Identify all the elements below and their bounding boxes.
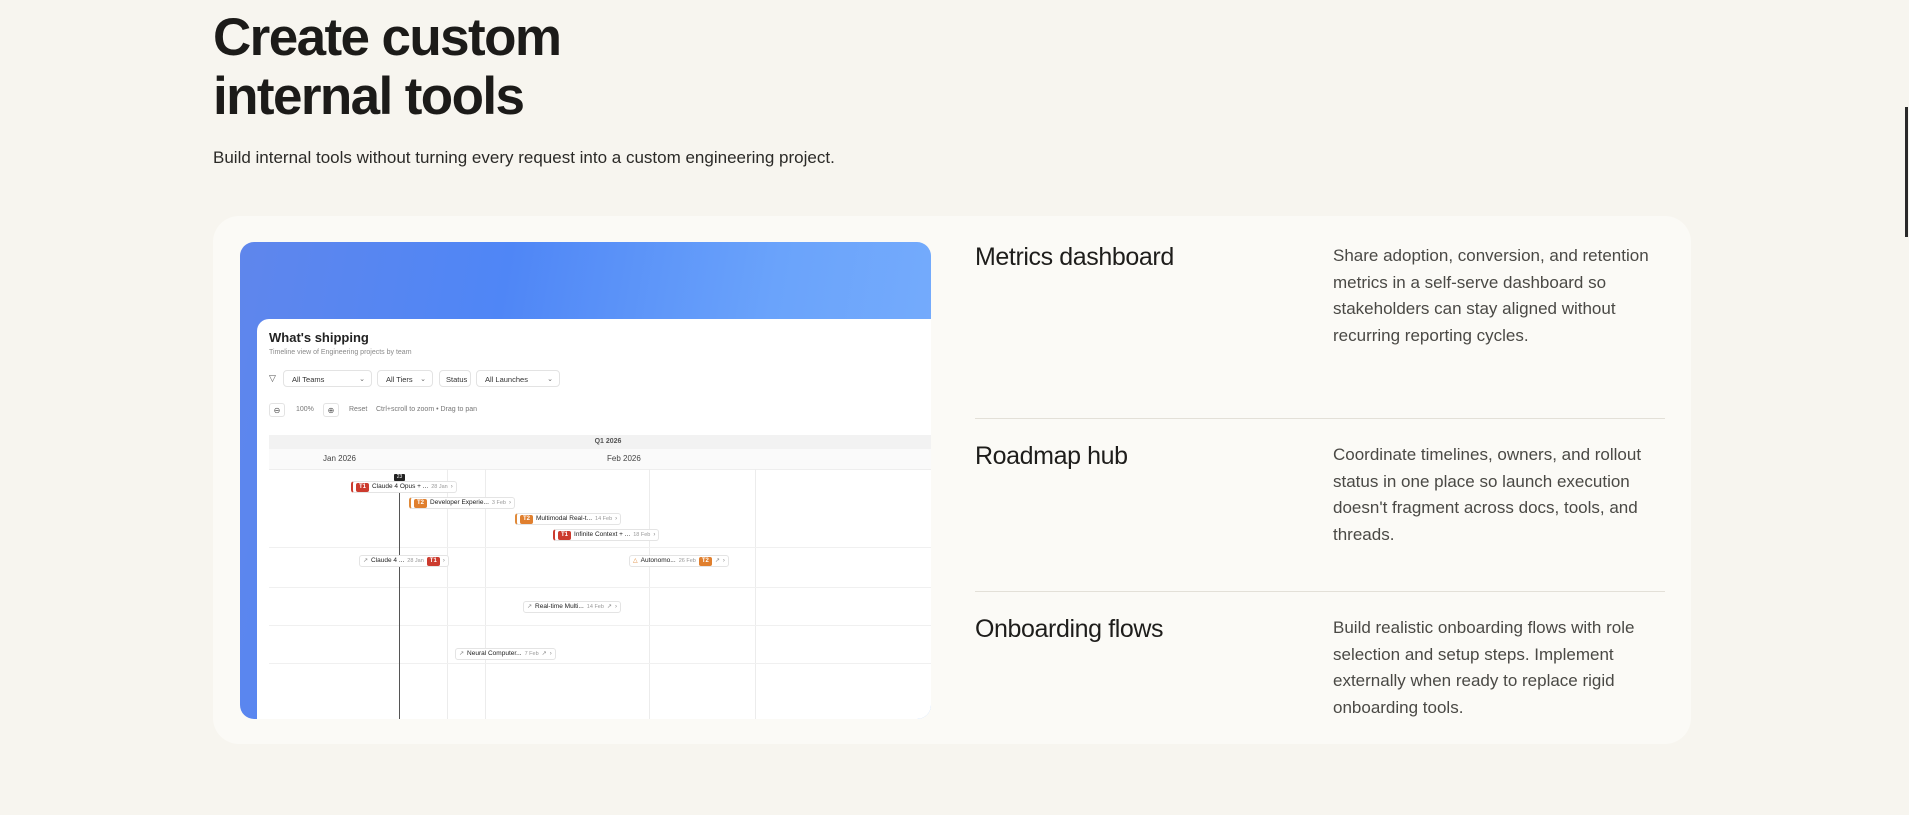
tiers-filter-label: All Tiers [386,375,413,384]
chevron-right-icon: › [614,604,617,610]
teams-filter-label: All Teams [292,375,325,384]
chevron-right-icon: › [549,651,552,657]
timeline-item-date: 14 Feb [595,516,613,522]
timeline-item-date: 28 Jan [431,484,448,490]
timeline-item-label: Multimodal Real-t... [536,515,593,522]
scrollbar-thumb[interactable] [1905,107,1908,237]
chevron-right-icon: › [722,558,725,564]
feature-title: Roadmap hub [975,442,1128,470]
tier-badge: T1 [356,482,370,492]
chevron-right-icon: › [450,484,453,490]
feature-description: Coordinate timelines, owners, and rollou… [1333,445,1642,544]
divider [975,418,1665,419]
launches-filter[interactable]: All Launches ⌄ [476,370,560,387]
row-divider [269,547,931,548]
chevron-right-icon: › [615,516,618,522]
timeline-item-label: Neural Computer... [467,650,522,657]
timeline-item-date: 18 Feb [633,532,651,538]
timeline[interactable]: Q1 2026 Jan 2026 Feb 2026 23 T1 Claude 4 [269,435,931,719]
timeline-item-label: Real-time Multi... [535,603,584,610]
timeline-item[interactable]: ↗ Real-time Multi... 14 Feb ↗ › [523,601,621,613]
tier-badge: T2 [698,556,712,566]
preview-subtitle: Timeline view of Engineering projects by… [269,349,412,356]
warning-icon: △ [633,558,638,564]
zoom-level: 100% [296,406,314,413]
feature-list: Metrics dashboard Share adoption, conver… [975,216,1665,744]
feature-title: Metrics dashboard [975,243,1174,271]
timeline-item[interactable]: ↗ Neural Computer... 7 Feb ↗ › [455,648,556,660]
external-link-icon: ↗ [606,604,612,610]
status-filter-label: Status [446,375,468,384]
external-link-icon: ↗ [541,651,547,657]
trend-icon: ↗ [527,604,533,610]
timeline-item-date: 28 Jan [407,558,424,564]
month-label: Jan 2026 [323,454,356,463]
row-divider [269,587,931,588]
chevron-down-icon: ⌄ [359,376,365,383]
launches-filter-label: All Launches [485,375,528,384]
grid-line [755,469,756,719]
zoom-in-button[interactable]: ⊕ [323,403,339,417]
reset-button[interactable]: Reset [349,406,367,413]
teams-filter[interactable]: All Teams ⌄ [283,370,372,387]
month-label: Feb 2026 [607,454,641,463]
zoom-in-icon: ⊕ [327,406,335,415]
feature-title: Onboarding flows [975,615,1164,643]
row-divider [269,625,931,626]
page-subtitle: Build internal tools without turning eve… [213,148,835,167]
feature-description: Build realistic onboarding flows with ro… [1333,618,1635,717]
grid-line [649,469,650,719]
chevron-down-icon: ⌄ [547,376,553,383]
page-title-line2: internal tools [213,67,525,126]
preview-panel: What's shipping Timeline view of Enginee… [240,242,931,719]
preview-title: What's shipping [269,330,369,345]
today-marker [399,475,400,719]
timeline-item[interactable]: △ Autonomo... 26 Feb T2 ↗ › [629,555,729,567]
filter-icon: ▽ [269,373,276,383]
preview-app-window: What's shipping Timeline view of Enginee… [257,319,931,719]
status-filter[interactable]: Status [439,370,471,387]
timeline-item-date: 3 Feb [491,500,506,506]
tiers-filter[interactable]: All Tiers ⌄ [377,370,433,387]
trend-icon: ↗ [459,651,465,657]
zoom-hint: Ctrl+scroll to zoom • Drag to pan [376,406,478,413]
zoom-out-button[interactable]: ⊖ [269,403,285,417]
timeline-item[interactable]: T2 Developer Experie... 3 Feb › [409,497,515,509]
timeline-item-label: Claude 4 ... [371,557,405,564]
timeline-item-date: 26 Feb [678,558,696,564]
timeline-item-label: Autonomo... [640,557,676,564]
external-link-icon: ↗ [714,558,720,564]
today-badge: 23 [394,474,405,481]
chevron-right-icon: › [442,558,445,564]
timeline-item-label: Developer Experie... [430,499,489,506]
chevron-down-icon: ⌄ [420,376,426,383]
timeline-item[interactable]: T2 Multimodal Real-t... 14 Feb › [515,513,622,525]
timeline-item-date: 7 Feb [524,651,539,657]
timeline-item-label: Claude 4 Opus + ... [372,483,429,490]
divider [975,591,1665,592]
chevron-right-icon: › [508,500,511,506]
tier-badge: T2 [414,498,428,508]
zoom-out-icon: ⊖ [273,406,281,415]
quarter-header: Q1 2026 [269,435,931,449]
timeline-item-date: 14 Feb [586,604,604,610]
tier-badge: T1 [426,556,440,566]
tier-badge: T1 [558,530,572,540]
feature-description: Share adoption, conversion, and retentio… [1333,246,1649,345]
month-header: Jan 2026 Feb 2026 [269,449,931,470]
timeline-item-label: Infinite Context + ... [574,531,631,538]
timeline-item[interactable]: T1 Claude 4 Opus + ... 28 Jan › [351,481,457,493]
tier-badge: T2 [520,514,534,524]
feature-card: What's shipping Timeline view of Enginee… [213,216,1691,744]
row-divider [269,663,931,664]
timeline-item[interactable]: T1 Infinite Context + ... 18 Feb › [553,529,660,541]
trend-icon: ↗ [363,558,369,564]
timeline-item[interactable]: ↗ Claude 4 ... 28 Jan T1 › [359,555,449,567]
page-title-line1: Create custom [213,8,562,67]
chevron-right-icon: › [653,532,656,538]
page-title: Create custom internal tools [213,8,562,126]
